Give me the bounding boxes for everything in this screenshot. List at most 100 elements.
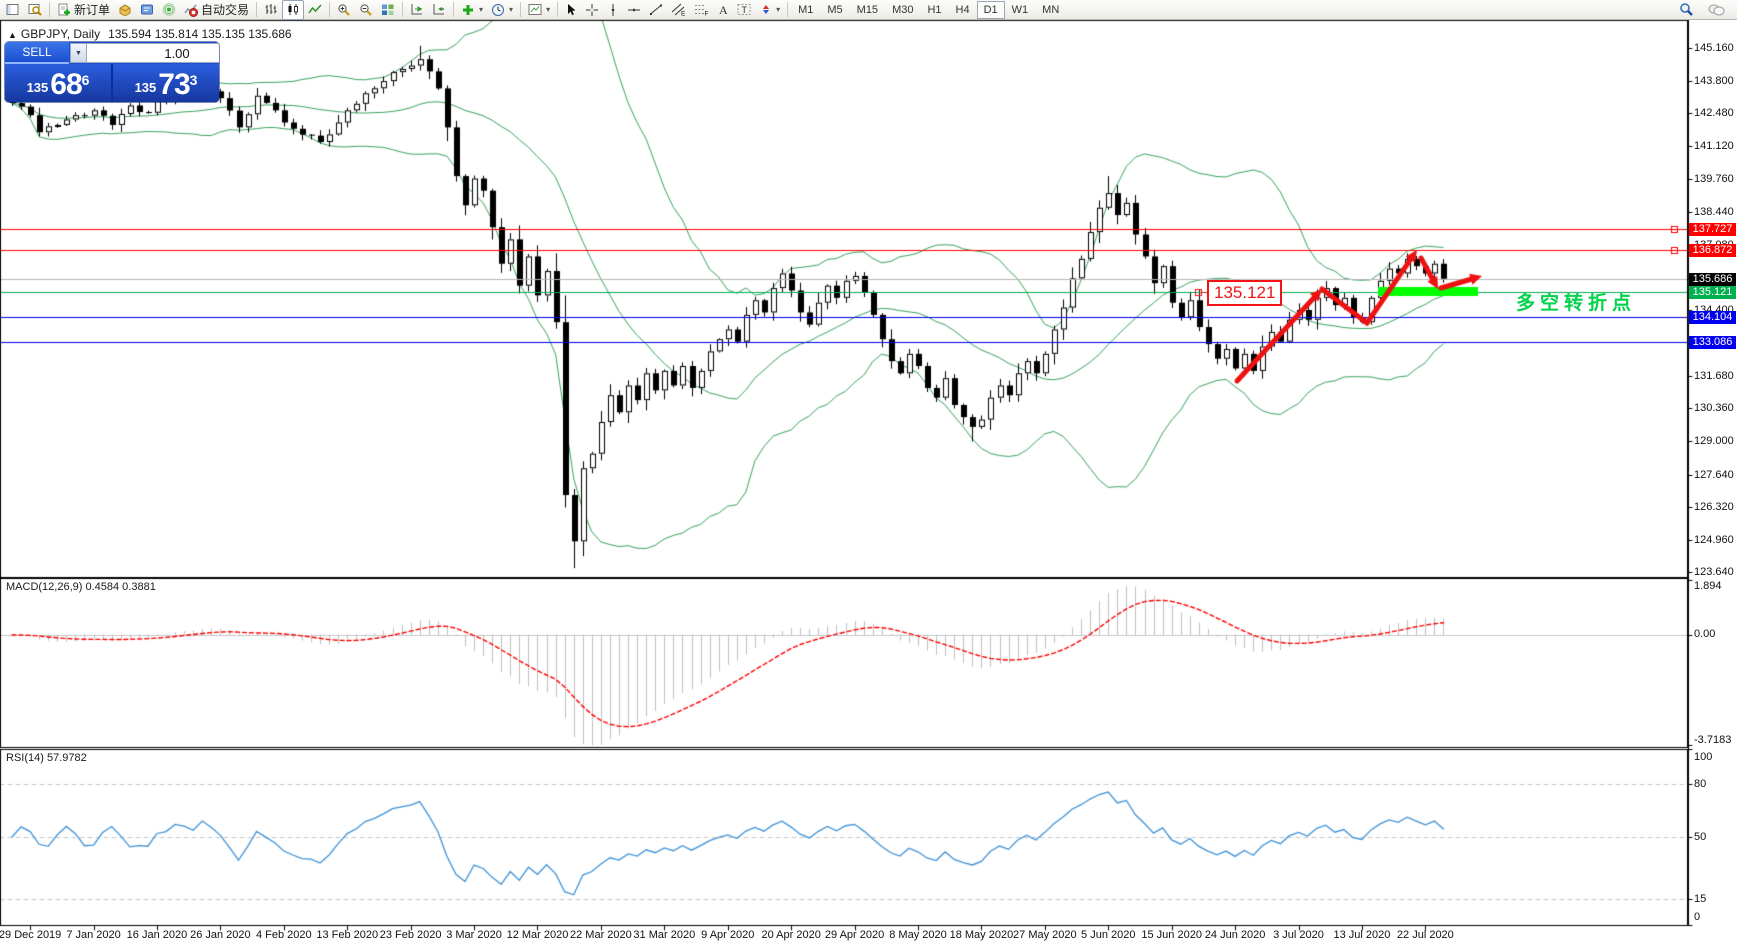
periods-button[interactable]: ▾ bbox=[487, 0, 517, 20]
cube-icon bbox=[118, 3, 132, 16]
timeframe-m15-button[interactable]: M15 bbox=[850, 1, 885, 19]
indicators-dropdown-caret[interactable]: ▾ bbox=[479, 5, 483, 14]
buy-price-figure: 135 bbox=[135, 76, 157, 100]
signal-icon bbox=[162, 3, 176, 16]
macd-axis-top: 1.894 bbox=[1694, 580, 1722, 592]
vertical-line-button[interactable] bbox=[603, 0, 623, 20]
terminal-icon bbox=[140, 3, 154, 16]
price-axis-tick: 124.960 bbox=[1694, 534, 1734, 546]
price-line-badge: 136.872 bbox=[1689, 244, 1736, 257]
toolbar-separator bbox=[787, 2, 788, 17]
cursor-button[interactable] bbox=[561, 0, 581, 20]
price-axis-tick: 131.680 bbox=[1694, 370, 1734, 382]
rsi-axis-label: 0 bbox=[1694, 911, 1700, 923]
templates-button[interactable]: ▾ bbox=[524, 0, 554, 20]
search-button[interactable] bbox=[1675, 0, 1698, 20]
symbol-name: GBPJPY, Daily bbox=[21, 27, 100, 41]
text-label-button[interactable]: T bbox=[733, 0, 755, 20]
template-icon bbox=[528, 3, 542, 16]
data-window-button[interactable] bbox=[24, 0, 46, 20]
trendline-button[interactable] bbox=[645, 0, 667, 20]
community-button[interactable] bbox=[1704, 0, 1729, 20]
equidistant-channel-button[interactable]: E bbox=[667, 0, 690, 20]
fibonacci-button[interactable]: F bbox=[690, 0, 713, 20]
buy-price-pips: 73 bbox=[158, 70, 189, 100]
timeframe-w1-button[interactable]: W1 bbox=[1005, 1, 1036, 19]
candlestick-mode-button[interactable] bbox=[282, 0, 304, 20]
sell-button[interactable]: SELL bbox=[5, 42, 69, 64]
tile-windows-button[interactable] bbox=[377, 0, 399, 20]
arrow-objects-button[interactable]: ▾ bbox=[755, 0, 784, 20]
deposit-button[interactable] bbox=[114, 0, 136, 20]
date-axis-label: 29 Dec 2019 bbox=[0, 929, 61, 941]
timeframe-m30-button[interactable]: M30 bbox=[885, 1, 920, 19]
date-axis-label: 18 May 2020 bbox=[950, 929, 1014, 941]
volume-input[interactable] bbox=[87, 43, 219, 63]
linechart-icon bbox=[308, 3, 322, 16]
rsi-axis-label: 100 bbox=[1694, 751, 1712, 763]
labelT-icon: T bbox=[737, 3, 751, 16]
autotrade-icon bbox=[184, 3, 198, 17]
periods-dropdown-caret[interactable]: ▾ bbox=[509, 5, 513, 14]
price-callout-object[interactable]: 135.121 bbox=[1207, 280, 1282, 306]
price-axis-tick: 127.640 bbox=[1694, 469, 1734, 481]
trendline-icon bbox=[649, 3, 663, 16]
cursor-icon bbox=[565, 3, 577, 17]
indicators-button[interactable]: ▾ bbox=[457, 0, 487, 20]
timeframe-d1-button[interactable]: D1 bbox=[977, 1, 1005, 19]
signal-button[interactable] bbox=[158, 0, 180, 20]
date-axis-label: 31 Mar 2020 bbox=[633, 929, 695, 941]
charts-panel-button[interactable] bbox=[2, 0, 24, 20]
sell-price-pips: 68 bbox=[50, 70, 81, 100]
price-axis-tick: 143.800 bbox=[1694, 75, 1734, 87]
timeframe-h1-button[interactable]: H1 bbox=[920, 1, 948, 19]
arrow-objects-dropdown-caret[interactable]: ▾ bbox=[776, 5, 780, 14]
fibo-icon: F bbox=[694, 3, 709, 16]
svg-text:A: A bbox=[719, 3, 728, 16]
bar-chart-mode-button[interactable] bbox=[260, 0, 282, 20]
terminal-button[interactable] bbox=[136, 0, 158, 20]
date-axis-label: 24 Jun 2020 bbox=[1205, 929, 1266, 941]
annotation-note-text[interactable]: 多空转折点 bbox=[1516, 288, 1636, 315]
timeframe-mn-button[interactable]: MN bbox=[1035, 1, 1066, 19]
toolbar-separator bbox=[49, 2, 50, 17]
auto-trading-button[interactable]: 自动交易 bbox=[180, 0, 253, 20]
toolbar-separator bbox=[256, 2, 257, 17]
timeframe-m5-button[interactable]: M5 bbox=[820, 1, 849, 19]
sell-price[interactable]: 135 68 6 bbox=[5, 64, 111, 102]
date-axis-label: 29 Apr 2020 bbox=[825, 929, 884, 941]
sell-price-figure: 135 bbox=[27, 76, 49, 100]
volume-decrease-button[interactable]: ▼ bbox=[70, 43, 87, 63]
svg-text:E: E bbox=[681, 11, 686, 17]
price-axis-tick: 123.640 bbox=[1694, 566, 1734, 578]
zoom-out-button[interactable] bbox=[355, 0, 377, 20]
text-button[interactable]: A bbox=[713, 0, 733, 20]
chart-canvas[interactable] bbox=[0, 0, 1737, 944]
rsi-axis-label: 80 bbox=[1694, 778, 1706, 790]
macd-axis-zero: 0.00 bbox=[1694, 628, 1715, 640]
horizontal-line-button[interactable] bbox=[623, 0, 645, 20]
auto-scroll-button[interactable] bbox=[406, 0, 428, 20]
bars-icon bbox=[264, 3, 278, 16]
zoom-in-button[interactable] bbox=[333, 0, 355, 20]
price-axis-tick: 145.160 bbox=[1694, 42, 1734, 54]
auto-trading-label: 自动交易 bbox=[201, 1, 249, 18]
chat-icon bbox=[1708, 3, 1725, 17]
crosshair-button[interactable] bbox=[581, 0, 603, 20]
timeframe-h4-button[interactable]: H4 bbox=[949, 1, 977, 19]
macd-indicator-label: MACD(12,26,9) 0.4584 0.3881 bbox=[6, 581, 156, 593]
line-chart-mode-button[interactable] bbox=[304, 0, 326, 20]
chart-shift-button[interactable] bbox=[428, 0, 450, 20]
date-axis-label: 8 May 2020 bbox=[889, 929, 946, 941]
window-collapse-icon[interactable]: ▲ bbox=[8, 30, 17, 40]
buy-price[interactable]: 135 73 3 bbox=[113, 64, 219, 102]
timeframe-m1-button[interactable]: M1 bbox=[791, 1, 820, 19]
date-axis-label: 7 Jan 2020 bbox=[66, 929, 120, 941]
date-axis-label: 3 Jul 2020 bbox=[1273, 929, 1324, 941]
date-axis-label: 22 Jul 2020 bbox=[1397, 929, 1454, 941]
svg-text:T: T bbox=[742, 5, 748, 15]
new-order-button[interactable]: 新订单 bbox=[53, 0, 114, 20]
price-axis-tick: 130.360 bbox=[1694, 402, 1734, 414]
magnifier-icon bbox=[1679, 2, 1694, 17]
templates-dropdown-caret[interactable]: ▾ bbox=[546, 5, 550, 14]
